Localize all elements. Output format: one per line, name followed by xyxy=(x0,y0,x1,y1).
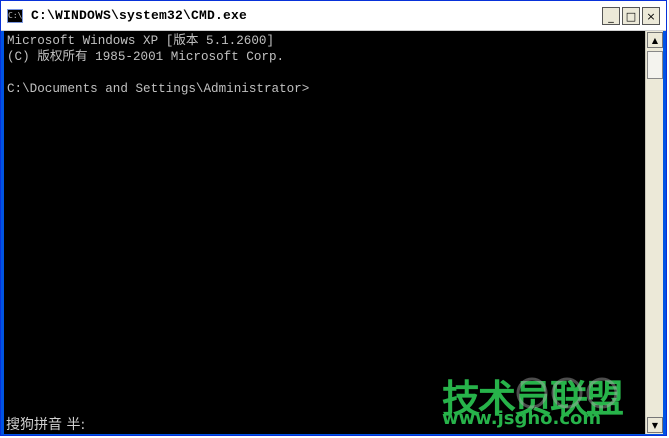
scroll-thumb[interactable] xyxy=(647,51,663,79)
title-bar[interactable]: C:\ C:\WINDOWS\system32\CMD.exe _ □ × xyxy=(1,1,666,31)
window-controls: _ □ × xyxy=(602,7,660,25)
scroll-down-icon[interactable]: ▼ xyxy=(647,417,663,433)
console-line: (C) 版权所有 1985-2001 Microsoft Corp. xyxy=(7,50,285,64)
window-title: C:\WINDOWS\system32\CMD.exe xyxy=(31,8,248,23)
watermark-emblem-icon xyxy=(516,377,618,409)
console-prompt: C:\Documents and Settings\Administrator> xyxy=(7,82,310,96)
console-line: Microsoft Windows XP [版本 5.1.2600] xyxy=(7,34,275,48)
cmd-icon[interactable]: C:\ xyxy=(7,9,23,23)
maximize-button[interactable]: □ xyxy=(622,7,640,25)
close-button[interactable]: × xyxy=(642,7,660,25)
watermark-logo: 技术员联盟 www.jsgho.com xyxy=(442,368,642,432)
vertical-scrollbar[interactable]: ▲ ▼ xyxy=(645,31,663,434)
minimize-button[interactable]: _ xyxy=(602,7,620,25)
scroll-up-icon[interactable]: ▲ xyxy=(647,32,663,48)
ime-status: 搜狗拼音 半: xyxy=(6,417,86,433)
